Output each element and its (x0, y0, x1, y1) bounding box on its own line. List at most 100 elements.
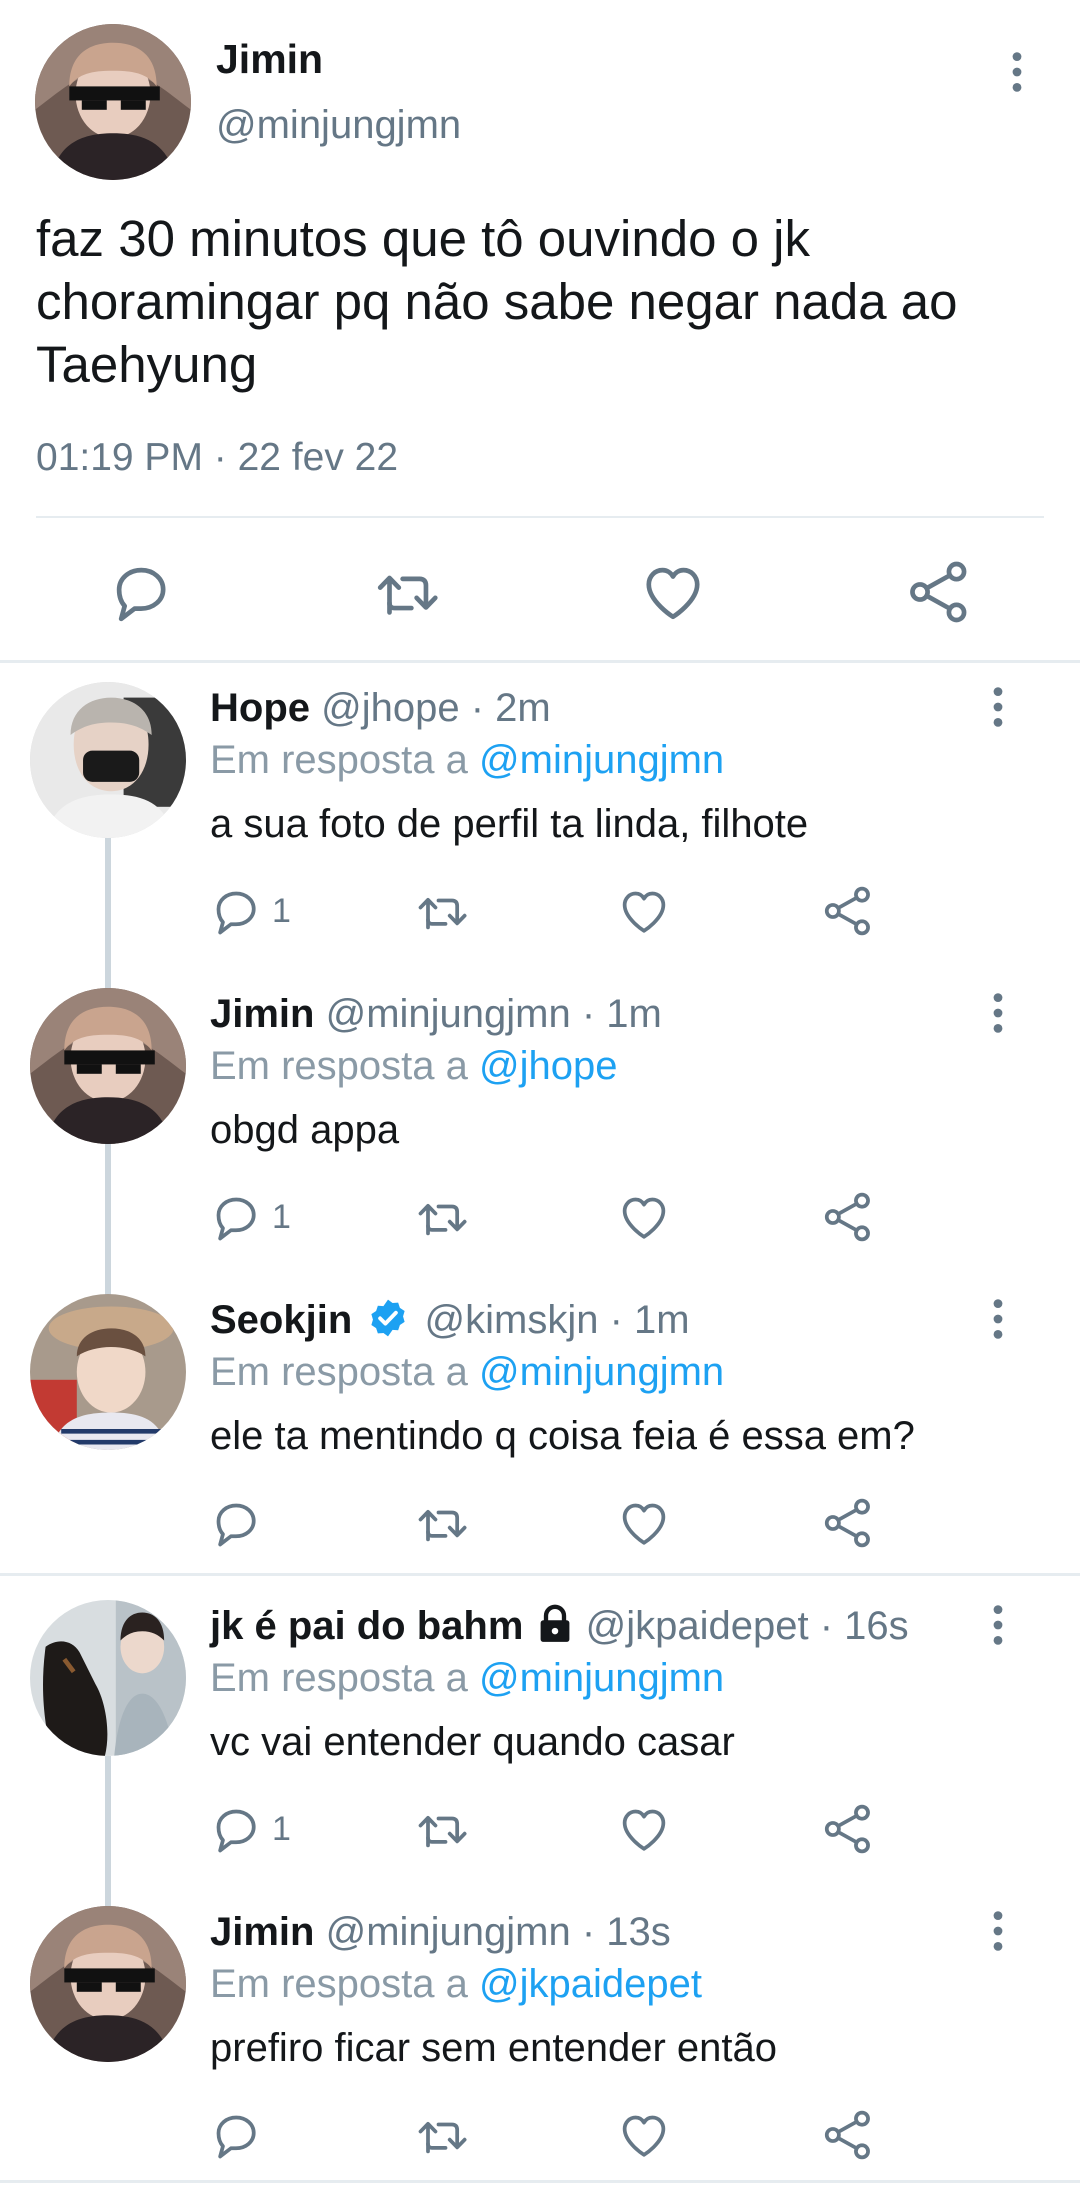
reply-button[interactable] (208, 1189, 264, 1245)
reply-context: Em resposta a @jhope (210, 1042, 618, 1090)
author-name[interactable]: Jimin (216, 36, 323, 83)
author-name: Seokjin (210, 1298, 353, 1342)
retweet-icon (414, 1801, 470, 1857)
mention-link[interactable]: @jkpaidepet (479, 1962, 702, 2006)
retweet-button[interactable] (414, 1801, 470, 1857)
author-handle: @jhope · 2m (321, 686, 551, 730)
share-icon (820, 1801, 876, 1857)
author-name: Hope (210, 686, 310, 730)
more-options-button[interactable] (978, 1909, 1018, 1959)
reply-button[interactable] (208, 2107, 264, 2163)
mention-link[interactable]: @minjungjmn (479, 738, 724, 782)
retweet-button[interactable] (414, 1189, 470, 1245)
avatar-image (35, 24, 191, 180)
reply-icon (208, 1495, 264, 1551)
reply-prefix: Em resposta a (210, 1350, 468, 1394)
reply-button[interactable] (208, 1495, 264, 1551)
reply-count: 1 (272, 892, 291, 930)
more-options-button[interactable] (978, 685, 1018, 735)
author-name: Jimin (210, 1910, 315, 1954)
share-button[interactable] (820, 2107, 876, 2163)
like-button[interactable] (616, 1189, 672, 1245)
reply-author[interactable]: Jimin @minjungjmn · 13s (210, 1908, 671, 1956)
more-vertical-icon (990, 991, 1006, 1035)
reply-icon (208, 1189, 264, 1245)
like-icon (616, 1801, 672, 1857)
reply-prefix: Em resposta a (210, 1962, 468, 2006)
author-name: jk é pai do bahm (210, 1604, 524, 1648)
retweet-icon (372, 557, 442, 627)
retweet-icon (414, 1189, 470, 1245)
share-icon (820, 1495, 876, 1551)
more-options-button[interactable] (978, 991, 1018, 1041)
retweet-icon (414, 2107, 470, 2163)
tweet-text: faz 30 minutos que tô ouvindo o jk chora… (36, 210, 958, 393)
retweet-icon (414, 1495, 470, 1551)
like-icon (638, 557, 708, 627)
like-button[interactable] (616, 883, 672, 939)
reply-author[interactable]: Jimin @minjungjmn · 1m (210, 990, 662, 1038)
mention-link[interactable]: @minjungjmn (479, 1656, 724, 1700)
reply-prefix: Em resposta a (210, 738, 468, 782)
reply-author[interactable]: Hope @jhope · 2m (210, 684, 551, 732)
mention-link[interactable]: @minjungjmn (479, 1350, 724, 1394)
verified-badge-icon (371, 1299, 406, 1337)
divider (0, 1573, 1080, 1576)
like-button[interactable] (616, 1495, 672, 1551)
share-icon (820, 883, 876, 939)
share-button[interactable] (820, 1495, 876, 1551)
share-button[interactable] (904, 557, 974, 627)
like-icon (616, 883, 672, 939)
more-vertical-icon (990, 1909, 1006, 1953)
share-icon (904, 557, 974, 627)
like-button[interactable] (638, 557, 708, 627)
share-button[interactable] (820, 1189, 876, 1245)
mention-link[interactable]: @jhope (479, 1044, 617, 1088)
more-options-button[interactable] (978, 1297, 1018, 1347)
reply-context: Em resposta a @jkpaidepet (210, 1960, 702, 2008)
reply-button[interactable] (208, 883, 264, 939)
reply-prefix: Em resposta a (210, 1656, 468, 1700)
like-icon (616, 1189, 672, 1245)
avatar[interactable] (30, 1600, 186, 1756)
more-vertical-icon (990, 1603, 1006, 1647)
author-handle: @minjungjmn · 1m (325, 992, 662, 1036)
retweet-button[interactable] (372, 557, 442, 627)
like-icon (616, 1495, 672, 1551)
avatar[interactable] (30, 988, 186, 1144)
like-button[interactable] (616, 2107, 672, 2163)
reply-text: prefiro ficar sem entender então (210, 2026, 777, 2070)
avatar-image (30, 1906, 186, 2062)
avatar[interactable] (30, 1906, 186, 2062)
reply-author[interactable]: Seokjin @kimskjn · 1m (210, 1296, 690, 1344)
retweet-button[interactable] (414, 883, 470, 939)
reply-context: Em resposta a @minjungjmn (210, 1348, 724, 1396)
share-button[interactable] (820, 883, 876, 939)
more-vertical-icon (990, 1297, 1006, 1341)
reply-button[interactable] (208, 1801, 264, 1857)
divider (0, 660, 1080, 663)
retweet-button[interactable] (414, 2107, 470, 2163)
more-options-button[interactable] (995, 50, 1039, 100)
reply-button[interactable] (106, 557, 176, 627)
divider (36, 516, 1044, 518)
author-handle: @kimskjn · 1m (424, 1298, 690, 1342)
more-vertical-icon (990, 685, 1006, 729)
reply-text: a sua foto de perfil ta linda, filhote (210, 802, 809, 846)
reply-author[interactable]: jk é pai do bahm @jkpaidepet · 16s (210, 1602, 909, 1650)
avatar[interactable] (30, 682, 186, 838)
reply-prefix: Em resposta a (210, 1044, 468, 1088)
reply-text: vc vai entender quando casar (210, 1720, 735, 1764)
share-button[interactable] (820, 1801, 876, 1857)
like-button[interactable] (616, 1801, 672, 1857)
author-name: Jimin (210, 992, 315, 1036)
author-handle[interactable]: @minjungjmn (216, 103, 461, 148)
reply-text: obgd appa (210, 1108, 400, 1152)
more-options-button[interactable] (978, 1603, 1018, 1653)
avatar[interactable] (30, 1294, 186, 1450)
author-handle: @jkpaidepet · 16s (585, 1604, 909, 1648)
avatar[interactable] (35, 24, 191, 180)
avatar-image (30, 988, 186, 1144)
retweet-button[interactable] (414, 1495, 470, 1551)
reply-text: ele ta mentindo q coisa feia é essa em? (210, 1414, 915, 1458)
